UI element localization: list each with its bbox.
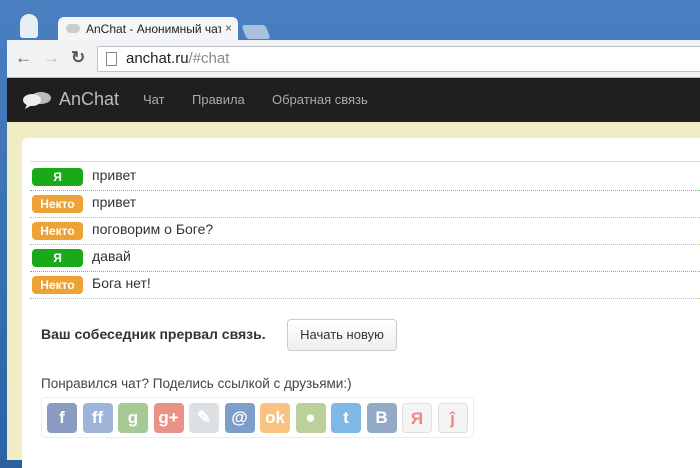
message-row: Некто Бога нет!	[30, 272, 700, 299]
message-text: поговорим о Боге?	[92, 221, 214, 237]
sender-badge: Некто	[32, 276, 83, 294]
livejournal-share-icon[interactable]: ✎	[189, 403, 219, 433]
sender-badge: Я	[32, 168, 83, 186]
message-row: Ядавай	[30, 245, 700, 272]
sender-badge: Некто	[32, 195, 83, 213]
message-text: привет	[92, 194, 137, 210]
google-plus-share-icon[interactable]: g+	[153, 403, 184, 433]
friendfeed-share-icon[interactable]: ff	[82, 403, 113, 433]
message-text: Бога нет!	[92, 275, 151, 291]
facebook-share-icon[interactable]: f	[47, 403, 77, 433]
browser-toolbar: ← → ↻ anchat.ru/#chat	[7, 40, 700, 78]
back-icon[interactable]: ←	[15, 48, 32, 68]
divider	[30, 161, 700, 162]
vkontakte-share-icon[interactable]: B	[366, 403, 397, 433]
url-host: anchat.ru	[126, 50, 189, 67]
start-new-button[interactable]: Начать новую	[287, 319, 397, 351]
sender-badge: Я	[32, 249, 83, 267]
reload-icon[interactable]: ↻	[71, 48, 85, 68]
message-text: давай	[92, 248, 131, 264]
message-row: Япривет	[30, 164, 700, 191]
nav-feedback[interactable]: Обратная связь	[272, 92, 368, 107]
message-text: привет	[92, 167, 137, 183]
address-bar[interactable]: anchat.ru/#chat	[97, 46, 700, 72]
moi-krug-share-icon[interactable]: ●	[295, 403, 326, 433]
browser-tab[interactable]: AnChat - Анонимный чат ×	[58, 17, 238, 41]
tab-title: AnChat - Анонимный чат	[86, 22, 224, 36]
odnoklassniki-share-icon[interactable]: ok	[260, 403, 290, 433]
share-buttons: f ff g g+ ✎ @ ok ● t B Яĵ	[41, 397, 474, 438]
chat-favicon-icon	[66, 24, 80, 33]
message-row: Некто поговорим о Боге?	[30, 218, 700, 245]
yaru-share-icon[interactable]: ĵ	[437, 403, 468, 433]
share-prompt: Понравился чат? Поделись ссылкой с друзь…	[41, 376, 352, 391]
forward-icon[interactable]: →	[43, 48, 60, 68]
message-row: Некто привет	[30, 191, 700, 218]
navbar: AnChat Чат Правила Обратная связь	[7, 78, 700, 122]
mail-ru-share-icon[interactable]: @	[224, 403, 255, 433]
twitter-share-icon[interactable]: t	[331, 403, 361, 433]
new-tab-button[interactable]	[241, 25, 271, 39]
page-icon	[106, 52, 117, 66]
google-share-icon[interactable]: g	[118, 403, 148, 433]
profile-avatar-icon[interactable]	[20, 14, 38, 38]
chat-bubbles-logo-icon	[23, 92, 51, 109]
disconnect-status: Ваш собеседник прервал связь.	[41, 326, 266, 342]
nav-chat[interactable]: Чат	[143, 92, 165, 107]
nav-rules[interactable]: Правила	[192, 92, 245, 107]
url-path: /#chat	[188, 50, 230, 67]
brand[interactable]: AnChat	[59, 89, 119, 110]
yandex-share-icon[interactable]: Я	[402, 403, 432, 433]
close-tab-icon[interactable]: ×	[220, 21, 232, 35]
sender-badge: Некто	[32, 222, 83, 240]
